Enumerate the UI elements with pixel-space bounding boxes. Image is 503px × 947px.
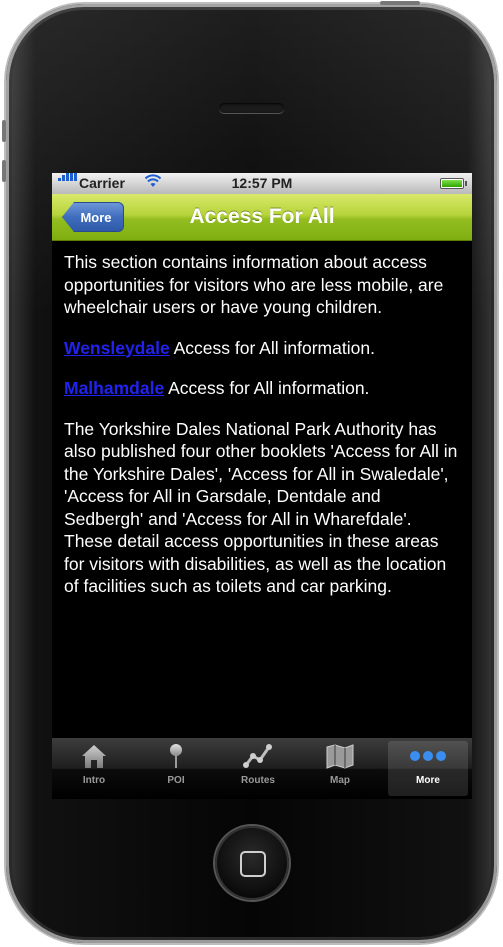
volume-up-button [2, 120, 6, 142]
tab-intro-label: Intro [82, 775, 106, 786]
home-button[interactable] [215, 826, 289, 900]
tab-map-label: Map [330, 775, 350, 786]
content-scroll-area[interactable]: This section contains information about … [52, 240, 472, 738]
wensleydale-paragraph: Wensleydale Access for All information. [64, 337, 460, 360]
tab-routes[interactable]: Routes [218, 741, 298, 796]
tab-bar: Intro POI Routes Map More [52, 738, 472, 799]
status-bar: Carrier 12:57 PM [52, 173, 472, 194]
tab-poi-label: POI [167, 775, 185, 786]
malhamdale-link[interactable]: Malhamdale [64, 378, 164, 398]
more-dots-icon [409, 750, 447, 765]
malhamdale-text: Access for All information. [164, 378, 370, 398]
volume-down-button [2, 160, 6, 182]
tab-intro[interactable]: Intro [54, 741, 134, 796]
route-icon [243, 743, 273, 772]
malhamdale-paragraph: Malhamdale Access for All information. [64, 377, 460, 400]
home-square-icon [240, 851, 266, 877]
tab-routes-label: Routes [241, 775, 275, 786]
screen: Carrier 12:57 PM More Access For All Thi… [52, 173, 472, 799]
tab-more-label: More [416, 775, 440, 786]
power-button [380, 1, 420, 5]
tab-poi[interactable]: POI [136, 741, 216, 796]
wensleydale-text: Access for All information. [169, 337, 375, 358]
booklets-paragraph: The Yorkshire Dales National Park Author… [64, 418, 458, 597]
status-time: 12:57 PM [231, 175, 293, 191]
earpiece-speaker [219, 103, 284, 113]
navigation-bar: More Access For All [52, 194, 472, 241]
intro-paragraph: This section contains information about … [64, 252, 444, 317]
house-icon [80, 742, 108, 773]
battery-icon [440, 178, 467, 189]
page-title: Access For All [189, 205, 335, 228]
pin-icon [166, 742, 186, 773]
wensleydale-link[interactable]: Wensleydale [64, 338, 170, 358]
map-icon [325, 743, 355, 772]
tab-map[interactable]: Map [300, 741, 380, 796]
tab-more[interactable]: More [388, 741, 468, 796]
